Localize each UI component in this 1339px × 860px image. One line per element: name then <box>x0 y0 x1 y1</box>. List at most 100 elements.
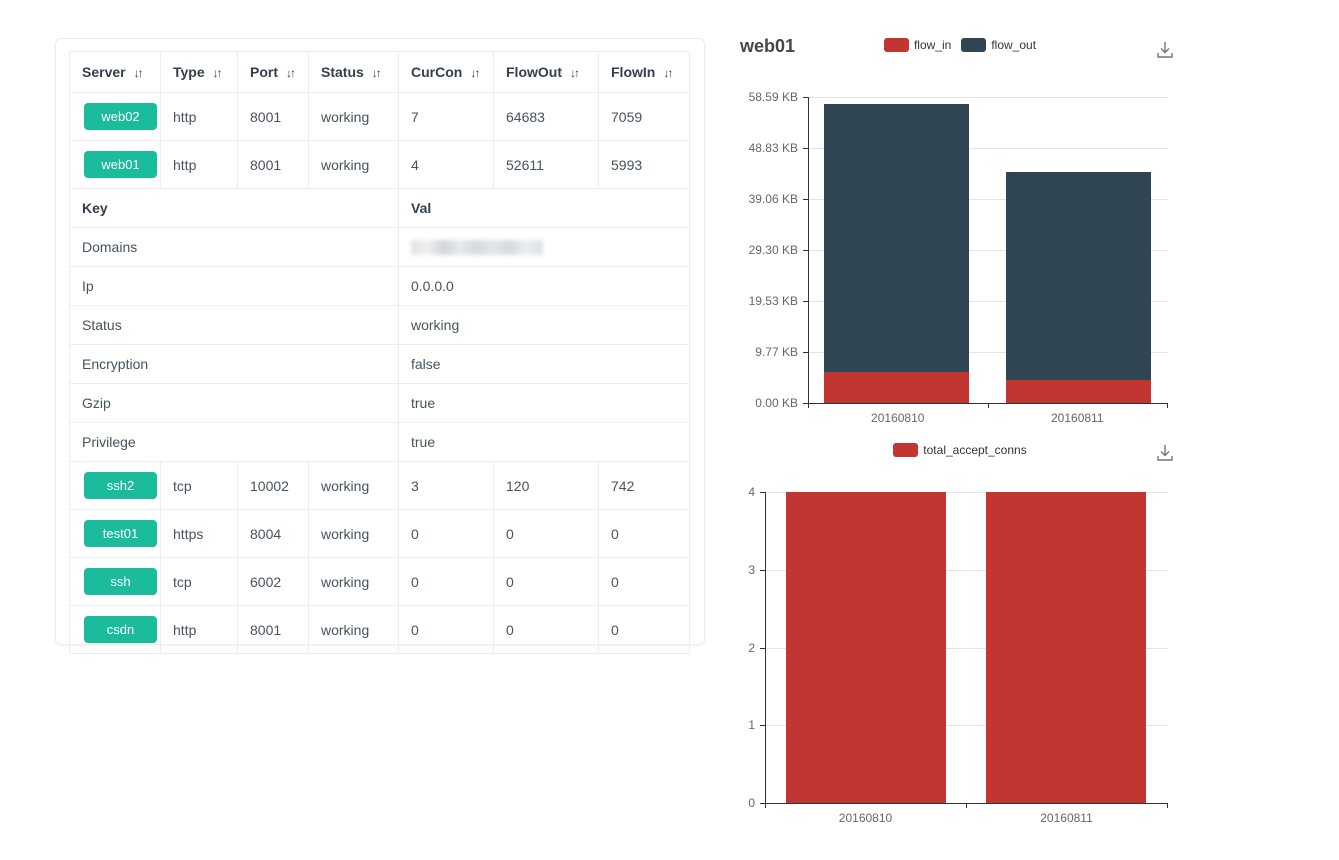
server-button-csdn[interactable]: csdn <box>84 616 157 643</box>
chart-legend: total_accept_conns <box>740 443 1180 457</box>
y-axis-label: 4 <box>737 485 755 499</box>
y-axis-label: 9.77 KB <box>736 345 798 359</box>
server-button-ssh[interactable]: ssh <box>84 568 157 595</box>
detail-header-row: KeyVal <box>70 189 690 228</box>
column-header-server[interactable]: Server↓↑ <box>70 52 161 93</box>
server-button-web02[interactable]: web02 <box>84 103 157 130</box>
y-axis-label: 0.00 KB <box>736 396 798 410</box>
table-row: web02http8001working7646837059 <box>70 93 690 141</box>
cell-flowout: 64683 <box>494 93 599 141</box>
detail-key: Gzip <box>70 384 399 423</box>
y-axis-tick <box>803 97 808 98</box>
column-header-flowout[interactable]: FlowOut↓↑ <box>494 52 599 93</box>
conns-chart: total_accept_conns012342016081020160811 <box>740 435 1180 835</box>
cell-status: working <box>309 93 399 141</box>
sort-icon: ↓↑ <box>286 66 294 80</box>
plot-area <box>765 492 1168 804</box>
table-row: test01https8004working000 <box>70 510 690 558</box>
cell-flowout: 120 <box>494 462 599 510</box>
detail-row: Domains <box>70 228 690 267</box>
legend-swatch <box>884 38 909 52</box>
legend-label: total_accept_conns <box>923 443 1026 457</box>
cell-status: working <box>309 558 399 606</box>
sort-icon: ↓↑ <box>663 66 671 80</box>
column-header-flowin[interactable]: FlowIn↓↑ <box>599 52 690 93</box>
column-label: Status <box>321 64 364 80</box>
legend-item-flow_in[interactable]: flow_in <box>884 38 951 52</box>
cell-flowout: 0 <box>494 510 599 558</box>
cell-status: working <box>309 606 399 654</box>
cell-flowout: 0 <box>494 606 599 654</box>
column-header-curcon[interactable]: CurCon↓↑ <box>399 52 494 93</box>
sort-icon: ↓↑ <box>372 66 380 80</box>
legend-swatch <box>893 443 918 457</box>
server-button-web01[interactable]: web01 <box>84 151 157 178</box>
y-axis-label: 19.53 KB <box>736 294 798 308</box>
cell-type: tcp <box>161 558 238 606</box>
cell-type: http <box>161 93 238 141</box>
cell-type: tcp <box>161 462 238 510</box>
cell-port: 8001 <box>238 93 309 141</box>
server-button-test01[interactable]: test01 <box>84 520 157 547</box>
detail-val: 0.0.0.0 <box>399 267 690 306</box>
cell-port: 10002 <box>238 462 309 510</box>
detail-key: Ip <box>70 267 399 306</box>
cell-port: 8004 <box>238 510 309 558</box>
legend-item-total_accept_conns[interactable]: total_accept_conns <box>893 443 1026 457</box>
redacted-domains-value <box>411 240 543 255</box>
y-axis-tick <box>803 250 808 251</box>
x-axis-label: 20160811 <box>1051 411 1104 425</box>
legend-label: flow_in <box>914 38 951 52</box>
detail-val <box>399 228 690 267</box>
table-row: ssh2tcp10002working3120742 <box>70 462 690 510</box>
y-axis-tick <box>803 352 808 353</box>
cell-flowin: 0 <box>599 510 690 558</box>
legend-item-flow_out[interactable]: flow_out <box>961 38 1036 52</box>
detail-val: true <box>399 423 690 462</box>
x-axis-tick <box>765 803 766 808</box>
save-as-image-icon[interactable] <box>1155 40 1175 62</box>
column-header-type[interactable]: Type↓↑ <box>161 52 238 93</box>
bar-flow_in-20160810 <box>824 372 969 403</box>
bar-total_accept_conns-20160811 <box>986 492 1146 803</box>
y-axis-label: 39.06 KB <box>736 192 798 206</box>
cell-port: 6002 <box>238 558 309 606</box>
column-header-status[interactable]: Status ↓↑ <box>309 52 399 93</box>
table-row: web01http8001working4526115993 <box>70 141 690 189</box>
detail-row: Encryptionfalse <box>70 345 690 384</box>
cell-curcon: 0 <box>399 510 494 558</box>
detail-key-header: Key <box>70 189 399 228</box>
detail-row: Gziptrue <box>70 384 690 423</box>
y-axis-label: 29.30 KB <box>736 243 798 257</box>
bar-flow_out-20160810 <box>824 104 969 372</box>
y-axis-tick <box>760 648 765 649</box>
cell-flowin: 7059 <box>599 93 690 141</box>
flow-chart-web01: web01flow_inflow_out0.00 KB9.77 KB19.53 … <box>740 30 1180 435</box>
x-axis-label: 20160810 <box>839 811 892 825</box>
x-axis-tick <box>966 803 967 808</box>
sort-icon: ↓↑ <box>134 66 142 80</box>
y-axis-label: 3 <box>737 563 755 577</box>
save-as-image-icon[interactable] <box>1155 443 1175 465</box>
detail-key: Domains <box>70 228 399 267</box>
y-axis-tick <box>803 199 808 200</box>
table-row: csdnhttp8001working000 <box>70 606 690 654</box>
y-axis-tick <box>760 570 765 571</box>
detail-val: working <box>399 306 690 345</box>
column-label: Port <box>250 64 278 80</box>
bar-flow_out-20160811 <box>1006 172 1151 380</box>
chart-legend: flow_in flow_out <box>740 38 1180 52</box>
server-button-ssh2[interactable]: ssh2 <box>84 472 157 499</box>
y-axis-label: 0 <box>737 796 755 810</box>
cell-flowin: 5993 <box>599 141 690 189</box>
y-axis-label: 58.59 KB <box>736 90 798 104</box>
cell-server: ssh <box>70 558 161 606</box>
column-label: Type <box>173 64 205 80</box>
column-header-port[interactable]: Port ↓↑ <box>238 52 309 93</box>
legend-swatch <box>961 38 986 52</box>
y-axis-label: 1 <box>737 718 755 732</box>
x-axis-label: 20160811 <box>1040 811 1093 825</box>
detail-key: Status <box>70 306 399 345</box>
cell-server: web02 <box>70 93 161 141</box>
column-label: FlowOut <box>506 64 562 80</box>
